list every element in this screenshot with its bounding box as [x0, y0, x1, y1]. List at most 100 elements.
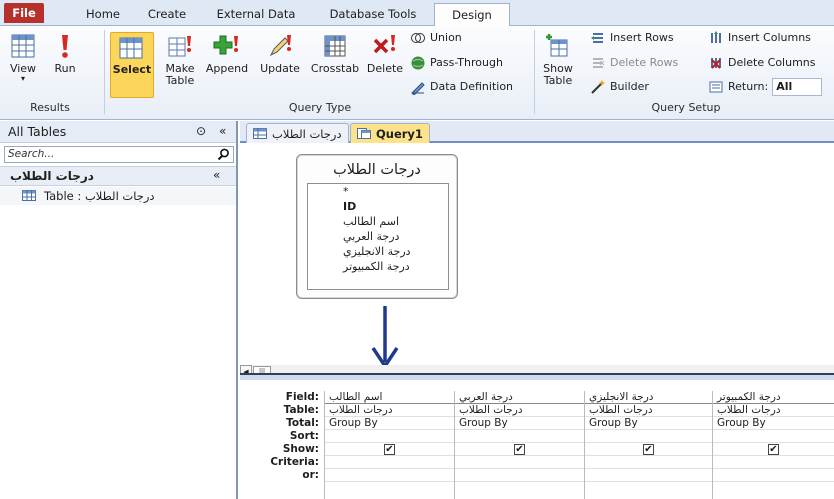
pane-splitter[interactable] — [240, 373, 834, 380]
field-list-item[interactable]: درجة الكمبيوتر — [308, 259, 448, 274]
or-cell[interactable] — [585, 469, 712, 482]
table-cell[interactable]: درجات الطلاب — [455, 404, 584, 417]
builder-button[interactable]: Builder — [590, 77, 649, 97]
delete-columns-button[interactable]: Delete Columns — [708, 53, 816, 73]
total-cell[interactable]: Group By — [713, 417, 834, 430]
group-separator — [104, 30, 105, 114]
select-query-button[interactable]: Select — [110, 32, 154, 98]
field-list-item[interactable]: ID — [308, 199, 448, 214]
criteria-cell[interactable] — [455, 456, 584, 469]
or-cell[interactable] — [455, 469, 584, 482]
group-separator — [534, 30, 535, 114]
show-table-button[interactable]: Show Table — [538, 32, 578, 87]
field-cell[interactable]: درجة الكمبيوتر — [713, 391, 834, 404]
table-field-list[interactable]: درجات الطلاب * ID اسم الطالب درجة العربي… — [296, 154, 458, 299]
make-table-button[interactable]: Make Table — [160, 32, 200, 87]
shutter-bar-collapse-icon[interactable]: « — [219, 124, 226, 138]
table-cell[interactable]: درجات الطلاب — [713, 404, 834, 417]
tab-create[interactable]: Create — [140, 3, 194, 26]
field-cell[interactable]: درجة الانجليزي — [585, 391, 712, 404]
run-button[interactable]: Run — [50, 32, 80, 75]
doc-tab-table[interactable]: درجات الطلاب — [246, 123, 349, 143]
grid-column-4: درجة الكمبيوتر درجات الطلاب Group By ✔ — [712, 391, 834, 499]
union-button[interactable]: Union — [410, 28, 462, 48]
total-cell[interactable]: Group By — [455, 417, 584, 430]
sort-cell[interactable] — [455, 430, 584, 443]
delete-rows-label: Delete Rows — [610, 56, 679, 69]
pass-through-button[interactable]: Pass-Through — [410, 53, 503, 73]
insert-columns-label: Insert Columns — [728, 31, 811, 44]
delete-query-button[interactable]: Delete — [365, 32, 405, 75]
table-cell[interactable]: درجات الطلاب — [585, 404, 712, 417]
nav-item-label: Table : درجات الطلاب — [44, 189, 155, 203]
search-icon[interactable] — [217, 148, 230, 161]
tab-home[interactable]: Home — [78, 3, 128, 26]
return-label: Return: — [728, 80, 769, 93]
return-control: Return: All — [708, 77, 823, 97]
table-cell[interactable]: درجات الطلاب — [325, 404, 454, 417]
nav-item-table[interactable]: Table : درجات الطلاب — [0, 187, 236, 205]
update-button[interactable]: Update — [256, 32, 304, 75]
return-input[interactable]: All — [772, 78, 823, 96]
grid-column-3: درجة الانجليزي درجات الطلاب Group By ✔ — [584, 391, 712, 499]
crosstab-button[interactable]: Crosstab — [308, 32, 362, 75]
doc-tab-table-label: درجات الطلاب — [272, 126, 342, 141]
grid-row-labels: Field: Table: Total: Sort: Show: Criteri… — [240, 391, 324, 482]
grid-column-2: درجة العربي درجات الطلاب Group By ✔ — [454, 391, 584, 499]
view-button[interactable]: View ▾ — [6, 32, 40, 83]
nav-header: All Tables ⊙ « — [0, 121, 236, 143]
field-cell[interactable]: درجة العربي — [455, 391, 584, 404]
field-list-item[interactable]: درجة العربي — [308, 229, 448, 244]
show-checkbox[interactable]: ✔ — [384, 444, 395, 455]
criteria-cell[interactable] — [713, 456, 834, 469]
insert-columns-button[interactable]: Insert Columns — [708, 28, 811, 48]
criteria-cell[interactable] — [325, 456, 454, 469]
sort-cell[interactable] — [325, 430, 454, 443]
doc-tab-query1-label: Query1 — [376, 126, 423, 141]
ribbon: View ▾ Run Results Select Make Table App… — [0, 26, 834, 120]
append-button[interactable]: Append — [204, 32, 250, 75]
nav-group-header[interactable]: درجات الطلاب « — [0, 166, 236, 186]
sort-cell[interactable] — [585, 430, 712, 443]
show-checkbox[interactable]: ✔ — [514, 444, 525, 455]
criteria-cell[interactable] — [585, 456, 712, 469]
tab-database-tools[interactable]: Database Tools — [318, 3, 428, 26]
union-rings-icon — [411, 33, 425, 43]
field-list-box: * ID اسم الطالب درجة العربي درجة الانجلي… — [307, 183, 449, 290]
magic-wand-icon — [591, 80, 605, 94]
nav-group-label: درجات الطلاب — [10, 169, 94, 183]
nav-search-input[interactable]: Search... — [4, 146, 234, 163]
or-cell[interactable] — [713, 469, 834, 482]
chevron-down-icon[interactable]: ▾ — [6, 75, 40, 83]
ruler-pencil-icon — [411, 82, 425, 95]
nav-menu-chevron-icon[interactable]: ⊙ — [196, 124, 206, 138]
show-checkbox[interactable]: ✔ — [643, 444, 654, 455]
field-list-item[interactable]: * — [308, 184, 448, 199]
collapse-chevron-icon[interactable]: « — [213, 168, 220, 182]
exclamation-run-icon — [62, 35, 68, 58]
delete-rows-button[interactable]: Delete Rows — [590, 53, 678, 73]
total-cell[interactable]: Group By — [325, 417, 454, 430]
data-definition-label: Data Definition — [430, 80, 514, 93]
field-list-item[interactable]: اسم الطالب — [308, 214, 448, 229]
down-arrow-icon — [371, 306, 399, 368]
data-definition-button[interactable]: Data Definition — [410, 77, 513, 97]
nav-title[interactable]: All Tables — [8, 124, 66, 139]
field-list-item[interactable]: درجة الانجليزي — [308, 244, 448, 259]
make-table-icon — [168, 36, 191, 57]
show-checkbox[interactable]: ✔ — [768, 444, 779, 455]
or-cell[interactable] — [325, 469, 454, 482]
show-cell: ✔ — [455, 443, 584, 456]
select-query-icon — [119, 37, 143, 59]
tab-design[interactable]: Design — [434, 3, 510, 27]
insert-rows-button[interactable]: Insert Rows — [590, 28, 674, 48]
ribbon-tab-bar: File Home Create External Data Database … — [0, 0, 834, 27]
total-cell[interactable]: Group By — [585, 417, 712, 430]
sort-cell[interactable] — [713, 430, 834, 443]
tab-external-data[interactable]: External Data — [207, 3, 305, 26]
tab-file[interactable]: File — [4, 3, 44, 23]
field-list-title[interactable]: درجات الطلاب — [297, 162, 457, 178]
show-cell: ✔ — [585, 443, 712, 456]
field-cell[interactable]: اسم الطالب — [325, 391, 454, 404]
doc-tab-query1[interactable]: Query1 — [350, 123, 430, 143]
